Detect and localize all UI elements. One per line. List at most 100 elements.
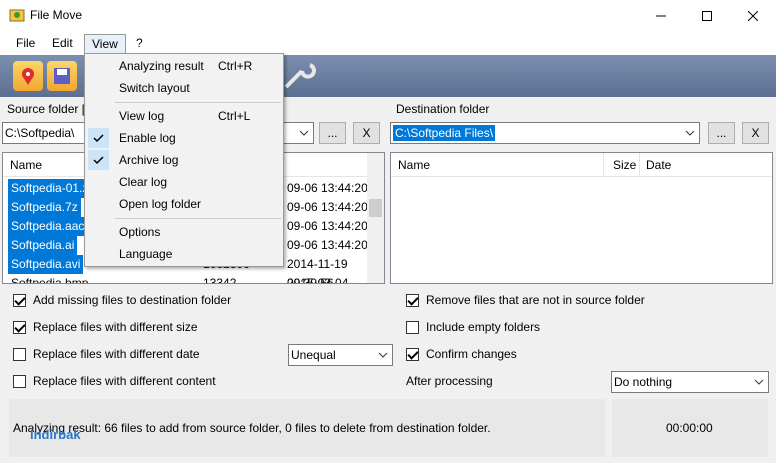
- source-list-scrollbar[interactable]: [367, 153, 384, 283]
- date-mode-select[interactable]: Unequal: [288, 344, 393, 366]
- confirm-changes-checkbox[interactable]: Confirm changes: [406, 346, 517, 362]
- file-name: Softpedia.avi: [8, 255, 84, 274]
- minimize-icon: [656, 15, 666, 16]
- include-empty-checkbox[interactable]: Include empty folders: [406, 319, 540, 335]
- menu-item-label: Switch layout: [119, 81, 190, 95]
- column-divider[interactable]: [603, 153, 604, 177]
- menu-item-shortcut: Ctrl+R: [218, 59, 253, 73]
- minimize-button[interactable]: [638, 0, 684, 31]
- replace-size-checkbox[interactable]: Replace files with different size: [13, 319, 198, 335]
- menu-help[interactable]: ?: [129, 34, 150, 54]
- source-browse-button[interactable]: ...: [319, 122, 346, 144]
- destination-folder-combo[interactable]: C:\Softpedia Files\: [390, 122, 700, 144]
- checkbox-label: Add missing files to destination folder: [33, 293, 232, 307]
- destination-file-list[interactable]: Name Size Date: [390, 152, 773, 284]
- file-name: Softpedia.bmp: [8, 274, 92, 283]
- source-clear-button[interactable]: X: [353, 122, 380, 144]
- maximize-button[interactable]: [684, 0, 730, 31]
- file-name: Softpedia.7z: [8, 198, 81, 217]
- checkbox-box[interactable]: [13, 320, 26, 334]
- checkbox-label: Confirm changes: [426, 347, 517, 361]
- column-size[interactable]: Size: [613, 158, 636, 172]
- add-missing-checkbox[interactable]: Add missing files to destination folder: [13, 292, 231, 308]
- menu-item-open-log-folder[interactable]: Open log folder: [85, 193, 283, 215]
- source-folder-label: Source folder [: [7, 102, 86, 116]
- menu-item-label: Archive log: [119, 153, 179, 167]
- column-divider[interactable]: [639, 153, 640, 177]
- file-date: 2015-03-04 09:41:58: [287, 276, 349, 284]
- checkbox-box[interactable]: [406, 347, 419, 361]
- after-processing-label: After processing: [406, 374, 493, 388]
- menu-item-label: Options: [119, 225, 161, 239]
- status-text: Analyzing result: 66 files to add from s…: [13, 421, 491, 435]
- menu-separator: [115, 218, 281, 219]
- chevron-down-icon: [685, 130, 695, 136]
- checkbox-box[interactable]: [406, 293, 419, 307]
- file-date: 09-06 13:44:20: [287, 238, 368, 252]
- destination-list-header: Name Size Date: [391, 153, 772, 177]
- replace-content-checkbox[interactable]: Replace files with different content: [13, 373, 216, 389]
- after-processing-select[interactable]: Do nothing: [611, 371, 769, 393]
- menu-item-switch-layout[interactable]: Switch layout: [85, 77, 283, 99]
- timer-panel: 00:00:00: [612, 399, 768, 457]
- maximize-icon: [702, 10, 712, 21]
- save-button[interactable]: [47, 61, 77, 91]
- checkbox-label: Replace files with different size: [33, 320, 198, 334]
- menu-item-options[interactable]: Options: [85, 221, 283, 243]
- chevron-down-icon: [378, 352, 388, 358]
- menu-item-view-log[interactable]: View log Ctrl+L: [85, 105, 283, 127]
- destination-folder-path: C:\Softpedia Files\: [393, 125, 496, 141]
- menu-item-label: View log: [119, 109, 165, 123]
- checkbox-label: Replace files with different content: [33, 374, 216, 388]
- menu-item-shortcut: Ctrl+L: [218, 109, 251, 123]
- column-date[interactable]: Date: [646, 158, 671, 172]
- wrench-icon[interactable]: [282, 61, 316, 91]
- menu-item-enable-log[interactable]: Enable log: [85, 127, 283, 149]
- file-name: Softpedia-01.z: [8, 179, 92, 198]
- checkbox-label: Remove files that are not in source fold…: [426, 293, 645, 307]
- chevron-down-icon: [754, 379, 764, 385]
- map-button[interactable]: [13, 61, 43, 91]
- after-processing-value: Do nothing: [614, 375, 673, 389]
- menu-file[interactable]: File: [9, 34, 42, 54]
- checkbox-box[interactable]: [13, 374, 26, 388]
- chevron-down-icon: [299, 130, 309, 136]
- file-size: 13342: [203, 276, 237, 284]
- file-name: Softpedia.aac: [8, 217, 88, 236]
- date-mode-value: Unequal: [291, 348, 336, 362]
- location-pin-icon: [22, 68, 34, 85]
- menu-item-archive-log[interactable]: Archive log: [85, 149, 283, 171]
- close-button[interactable]: [730, 0, 776, 31]
- app-icon: [9, 9, 25, 22]
- menu-edit[interactable]: Edit: [45, 34, 80, 54]
- checkbox-label: Replace files with different date: [33, 347, 200, 361]
- checkbox-box[interactable]: [13, 293, 26, 307]
- replace-date-checkbox[interactable]: Replace files with different date: [13, 346, 200, 362]
- view-menu-dropdown: Analyzing result Ctrl+R Switch layout Vi…: [84, 53, 284, 267]
- table-row[interactable]: Softpedia.bmp 13342 2015-03-04 09:41:58: [3, 274, 373, 284]
- menu-item-clear-log[interactable]: Clear log: [85, 171, 283, 193]
- check-icon: [88, 150, 109, 170]
- checkbox-box[interactable]: [406, 320, 419, 334]
- watermark: indirbak: [30, 427, 81, 442]
- file-date: 09-06 13:44:20: [287, 219, 368, 233]
- column-name[interactable]: Name: [10, 158, 42, 172]
- window-title: File Move: [30, 8, 83, 22]
- scrollbar-thumb[interactable]: [369, 199, 382, 217]
- menu-item-label: Open log folder: [119, 197, 202, 211]
- menu-item-label: Analyzing result: [119, 59, 204, 73]
- destination-browse-button[interactable]: ...: [708, 122, 735, 144]
- check-icon: [88, 128, 109, 148]
- menu-item-analyzing-result[interactable]: Analyzing result Ctrl+R: [85, 55, 283, 77]
- menu-item-language[interactable]: Language: [85, 243, 283, 265]
- menu-item-label: Clear log: [119, 175, 168, 189]
- file-date: 09-06 13:44:20: [287, 181, 368, 195]
- destination-folder-label: Destination folder: [396, 102, 490, 116]
- file-date: 09-06 13:44:20: [287, 200, 368, 214]
- checkbox-box[interactable]: [13, 347, 26, 361]
- menu-view[interactable]: View: [84, 34, 126, 54]
- remove-files-checkbox[interactable]: Remove files that are not in source fold…: [406, 292, 645, 308]
- menu-item-label: Enable log: [119, 131, 176, 145]
- destination-clear-button[interactable]: X: [742, 122, 769, 144]
- column-name[interactable]: Name: [398, 158, 430, 172]
